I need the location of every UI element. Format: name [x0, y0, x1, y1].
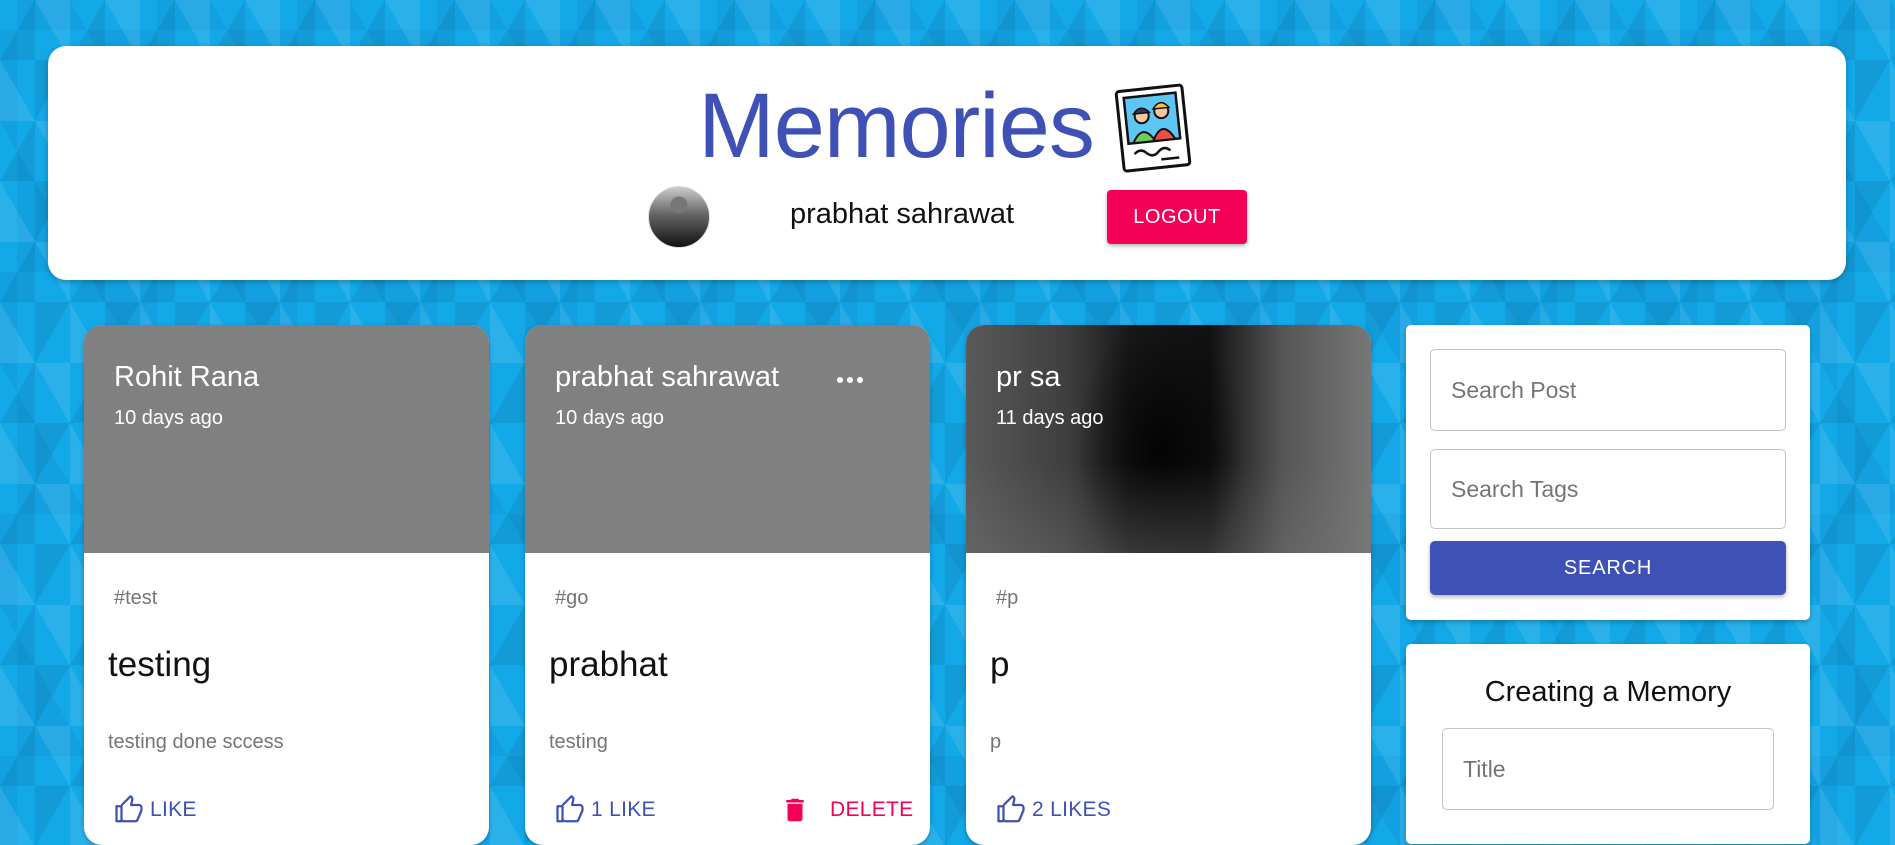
like-label: 2 LIKES [1032, 798, 1112, 821]
post-title: prabhat [549, 645, 668, 684]
title-input[interactable] [1442, 728, 1774, 810]
post-tags: #go [555, 587, 589, 609]
create-memory-form: Creating a Memory [1406, 644, 1810, 844]
delete-icon [786, 798, 804, 822]
post-tags: #test [114, 587, 158, 609]
post-author: pr sa [996, 361, 1061, 393]
post-author: prabhat sahrawat [555, 361, 780, 393]
post-message: p [990, 731, 1002, 753]
post-media: Rohit Rana 10 days ago [84, 325, 489, 553]
post-author: Rohit Rana [114, 361, 260, 393]
like-label: 1 LIKE [591, 798, 656, 821]
like-label: LIKE [150, 798, 197, 821]
post-message: testing [549, 731, 608, 753]
app-bar: Memories prabhat sahrawat LOGOUT [48, 46, 1846, 280]
post-card: Rohit Rana 10 days ago #test testing tes… [84, 325, 489, 845]
post-message: testing done sccess [108, 731, 284, 753]
brand: Memories [48, 66, 1846, 186]
avatar [648, 186, 710, 248]
delete-label: DELETE [830, 798, 914, 821]
post-image: pr sa 11 days ago [966, 325, 1371, 553]
thumb-up-icon [556, 795, 584, 823]
search-panel: SEARCH [1406, 325, 1810, 620]
post-title: testing [108, 645, 212, 684]
memories-logo-icon [1114, 83, 1192, 173]
app-title[interactable]: Memories [698, 74, 1095, 179]
like-button[interactable]: 1 LIKE [555, 795, 656, 825]
like-button[interactable]: 2 LIKES [996, 795, 1111, 825]
post-tags: #p [996, 587, 1019, 609]
post-title: p [990, 645, 1010, 684]
thumb-up-icon [115, 795, 143, 823]
search-button[interactable]: SEARCH [1430, 541, 1786, 595]
like-button[interactable]: LIKE [114, 795, 197, 825]
delete-button[interactable]: DELETE [780, 795, 914, 825]
form-heading: Creating a Memory [1484, 676, 1732, 708]
user-name: prabhat sahrawat [790, 198, 1015, 230]
post-card: prabhat sahrawat 10 days ago #go prabhat… [525, 325, 930, 845]
post-media: prabhat sahrawat 10 days ago [525, 325, 930, 553]
search-tags-input[interactable] [1430, 449, 1786, 529]
post-time: 10 days ago [555, 407, 664, 429]
post-time: 11 days ago [996, 407, 1104, 429]
post-time: 10 days ago [114, 407, 223, 429]
more-horizontal-icon[interactable] [830, 365, 870, 395]
thumb-up-icon [997, 795, 1025, 823]
search-post-input[interactable] [1430, 349, 1786, 431]
post-card: pr sa 11 days ago #p p p 2 LIKES [966, 325, 1371, 845]
logout-button[interactable]: LOGOUT [1107, 190, 1247, 244]
